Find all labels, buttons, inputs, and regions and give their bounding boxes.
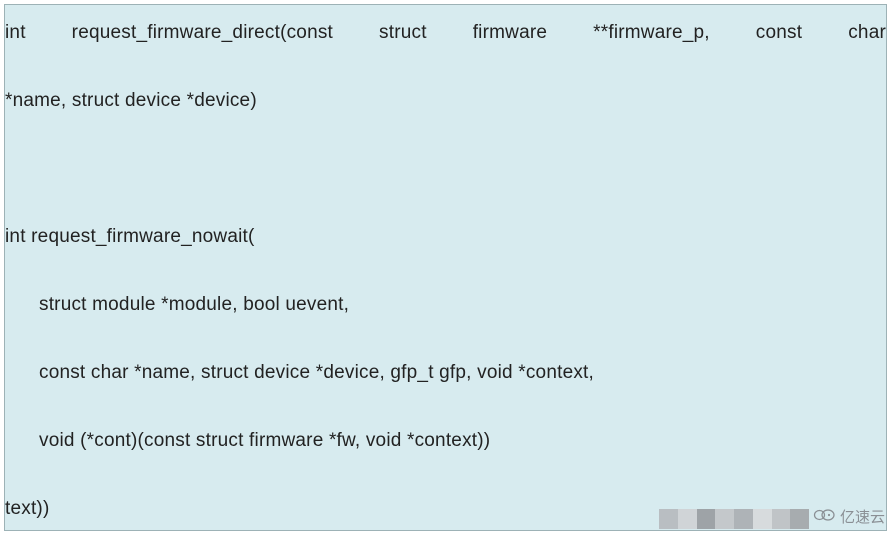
code-line-4: struct module *module, bool uevent, [39,291,349,320]
code-container: int request_firmware_direct(const struct… [4,4,887,531]
code-line-6: void (*cont)(const struct firmware *fw, … [39,427,490,456]
code-line-5: const char *name, struct device *device,… [39,359,594,388]
pixel-blur-decoration [659,509,809,529]
code-line-3: int request_firmware_nowait( [5,223,255,252]
code-line-1: int request_firmware_direct(const struct… [5,19,887,48]
watermark-text: 亿速云 [840,506,885,527]
code-line-2: *name, struct device *device) [5,87,257,116]
watermark: 亿速云 [812,505,885,527]
cloud-icon [812,505,836,527]
code-line-7: text)) [5,495,49,524]
